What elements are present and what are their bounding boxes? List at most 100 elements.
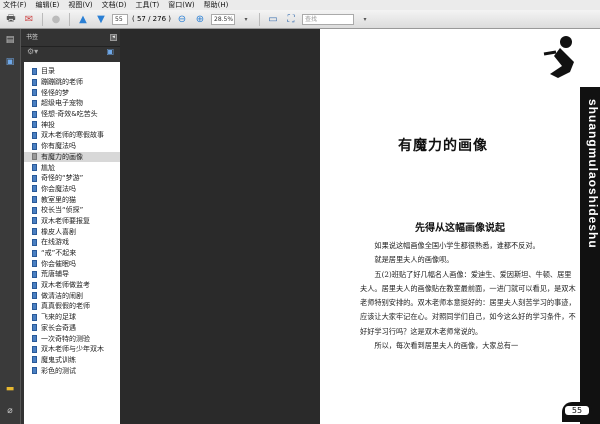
print-icon[interactable]: 🖶: [4, 13, 18, 26]
bookmark-item[interactable]: 做清洁的闹剧: [24, 290, 120, 301]
menu-view[interactable]: 视图(V): [68, 0, 92, 10]
search-dropdown-icon[interactable]: ▾: [358, 13, 372, 26]
zoom-dropdown-icon[interactable]: ▾: [239, 13, 253, 26]
bookmarks-panel: 书签 ◂ ⚙▾ ▣ 目录 蹦蹦跳的老师 怪怪的梦 超级电子宠物 怪想·奇效&吃苦头 神投 双木老…: [20, 29, 120, 424]
bookmark-item[interactable]: 怪怪的梦: [24, 87, 120, 98]
menu-tools[interactable]: 工具(T): [136, 0, 160, 10]
bookmark-label: 做清洁的闹剧: [41, 291, 83, 300]
bookmarks-icon[interactable]: ▣: [4, 57, 16, 69]
next-page-icon[interactable]: ▼: [94, 13, 108, 26]
panel-title: 书签: [26, 34, 39, 41]
bookmark-label: 双木老师与少年双木: [41, 345, 104, 354]
bookmark-icon: [32, 367, 37, 375]
fit-width-icon[interactable]: ⛶: [284, 13, 298, 26]
bookmark-item[interactable]: 有魔力的画像: [24, 151, 120, 163]
bookmark-item[interactable]: 荒唐辅导: [24, 269, 120, 280]
bookmark-label: 奇怪的“梦游”: [41, 174, 84, 183]
bookmark-item[interactable]: 你会魔法吗: [24, 184, 120, 195]
bookmark-item[interactable]: 校长当“侦探”: [24, 205, 120, 216]
zoom-in-icon[interactable]: ⊕: [193, 13, 207, 26]
page-number-input[interactable]: 55: [112, 13, 128, 25]
bookmark-item[interactable]: 双木老师的寒假故事: [24, 130, 120, 141]
close-panel-icon[interactable]: ◂: [110, 34, 117, 41]
bookmark-label: 蹦蹦跳的老师: [41, 78, 83, 87]
bookmark-label: 家长会奇遇: [41, 323, 76, 332]
search-input[interactable]: 查找: [302, 13, 354, 25]
bookmark-label: “戒”不起来: [41, 249, 77, 258]
bookmark-item[interactable]: 你有魔法吗: [24, 141, 120, 152]
bookmark-icon: [32, 164, 37, 172]
fit-page-icon[interactable]: ▭: [266, 13, 280, 26]
bookmark-label: 双木老师要报复: [41, 216, 90, 225]
bookmark-icon: [32, 174, 37, 182]
bookmark-item[interactable]: 家长会奇遇: [24, 323, 120, 334]
divider: [69, 12, 70, 26]
bookmark-item[interactable]: 在线游戏: [24, 237, 120, 248]
menu-file[interactable]: 文件(F): [3, 0, 27, 10]
bookmark-label: 真真假假的老师: [41, 302, 90, 311]
navigation-strip: ▤ ▣ ▬ ⌀: [0, 29, 20, 424]
bookmark-label: 怪怪的梦: [41, 88, 69, 97]
menu-edit[interactable]: 编辑(E): [36, 0, 60, 10]
menu-help[interactable]: 帮助(H): [204, 0, 229, 10]
bookmark-icon: [32, 356, 37, 364]
bookmark-label: 尴尬: [41, 163, 55, 172]
bookmark-icon: [32, 260, 37, 268]
attachments-icon[interactable]: ⌀: [4, 406, 16, 418]
bookmark-item[interactable]: 飞来的足球: [24, 312, 120, 323]
paragraph: 所以，每次看到居里夫人的画像，大家总有一: [374, 341, 519, 351]
bookmark-label: 校长当“侦探”: [41, 206, 84, 215]
divider: [259, 12, 260, 26]
bookmark-label: 橡皮人喜剧: [41, 227, 76, 236]
share-icon[interactable]: ✉: [22, 13, 36, 26]
hand-tool-icon[interactable]: ●: [49, 13, 63, 26]
new-bookmark-icon[interactable]: ▣: [106, 47, 114, 56]
bookmark-item[interactable]: 魔鬼式训练: [24, 355, 120, 366]
document-page: shuangmulaoshideshu 有魔力的画像 先得从这幅画像说起 如果说…: [320, 29, 600, 424]
bookmark-icon: [32, 67, 37, 75]
pages-icon[interactable]: ▤: [4, 35, 16, 47]
section-subtitle: 先得从这幅画像说起: [415, 223, 505, 234]
bookmark-item[interactable]: 橡皮人喜剧: [24, 226, 120, 237]
bookmark-item[interactable]: 彩色的测试: [24, 365, 120, 376]
bookmark-icon: [32, 302, 37, 310]
zoom-input[interactable]: 28.5%: [211, 13, 235, 25]
bookmark-item[interactable]: 你会催眠吗: [24, 258, 120, 269]
options-gear-icon[interactable]: ⚙▾: [27, 47, 38, 56]
bookmark-label: 飞来的足球: [41, 313, 76, 322]
menu-window[interactable]: 窗口(W): [168, 0, 194, 10]
bookmark-icon: [32, 78, 37, 86]
bookmark-label: 在线游戏: [41, 238, 69, 247]
bookmark-label: 荒唐辅导: [41, 270, 69, 279]
bookmark-item[interactable]: 一次奇特的测验: [24, 333, 120, 344]
bookmark-item[interactable]: 尴尬: [24, 162, 120, 173]
bookmark-item[interactable]: 怪想·奇效&吃苦头: [24, 109, 120, 120]
bookmark-label: 怪想·奇效&吃苦头: [41, 110, 98, 119]
bookmark-icon: [32, 196, 37, 204]
bookmark-label: 有魔力的画像: [41, 152, 83, 161]
bookmark-item[interactable]: 目录: [24, 66, 120, 77]
bookmark-item[interactable]: 教室里的猫: [24, 194, 120, 205]
bookmark-item[interactable]: 双木老师与少年双木: [24, 344, 120, 355]
menu-document[interactable]: 文档(D): [102, 0, 127, 10]
bookmark-icon: [32, 185, 37, 193]
bookmark-item[interactable]: “戒”不起来: [24, 248, 120, 259]
bookmark-item[interactable]: 双木老师做监考: [24, 280, 120, 291]
bookmark-icon: [32, 324, 37, 332]
previous-page-icon[interactable]: ▲: [76, 13, 90, 26]
zoom-out-icon[interactable]: ⊖: [175, 13, 189, 26]
bookmark-item[interactable]: 神投: [24, 119, 120, 130]
bookmark-item[interactable]: 超级电子宠物: [24, 98, 120, 109]
page-number: 55: [565, 406, 589, 415]
menu-bar: 文件(F) 编辑(E) 视图(V) 文档(D) 工具(T) 窗口(W) 帮助(H…: [0, 0, 600, 10]
bookmark-item[interactable]: 真真假假的老师: [24, 301, 120, 312]
divider: [42, 12, 43, 26]
bookmark-icon: [32, 249, 37, 257]
bookmark-item[interactable]: 蹦蹦跳的老师: [24, 77, 120, 88]
page-number-badge: 55: [562, 402, 592, 422]
bookmark-item[interactable]: 双木老师要报复: [24, 216, 120, 227]
toolbar: 🖶 ✉ ● ▲ ▼ 55 ( 57 / 276 ) ⊖ ⊕ 28.5% ▾ ▭ …: [0, 10, 600, 29]
bookmark-item[interactable]: 奇怪的“梦游”: [24, 173, 120, 184]
bookmark-icon: [32, 313, 37, 321]
comments-icon[interactable]: ▬: [4, 384, 16, 396]
